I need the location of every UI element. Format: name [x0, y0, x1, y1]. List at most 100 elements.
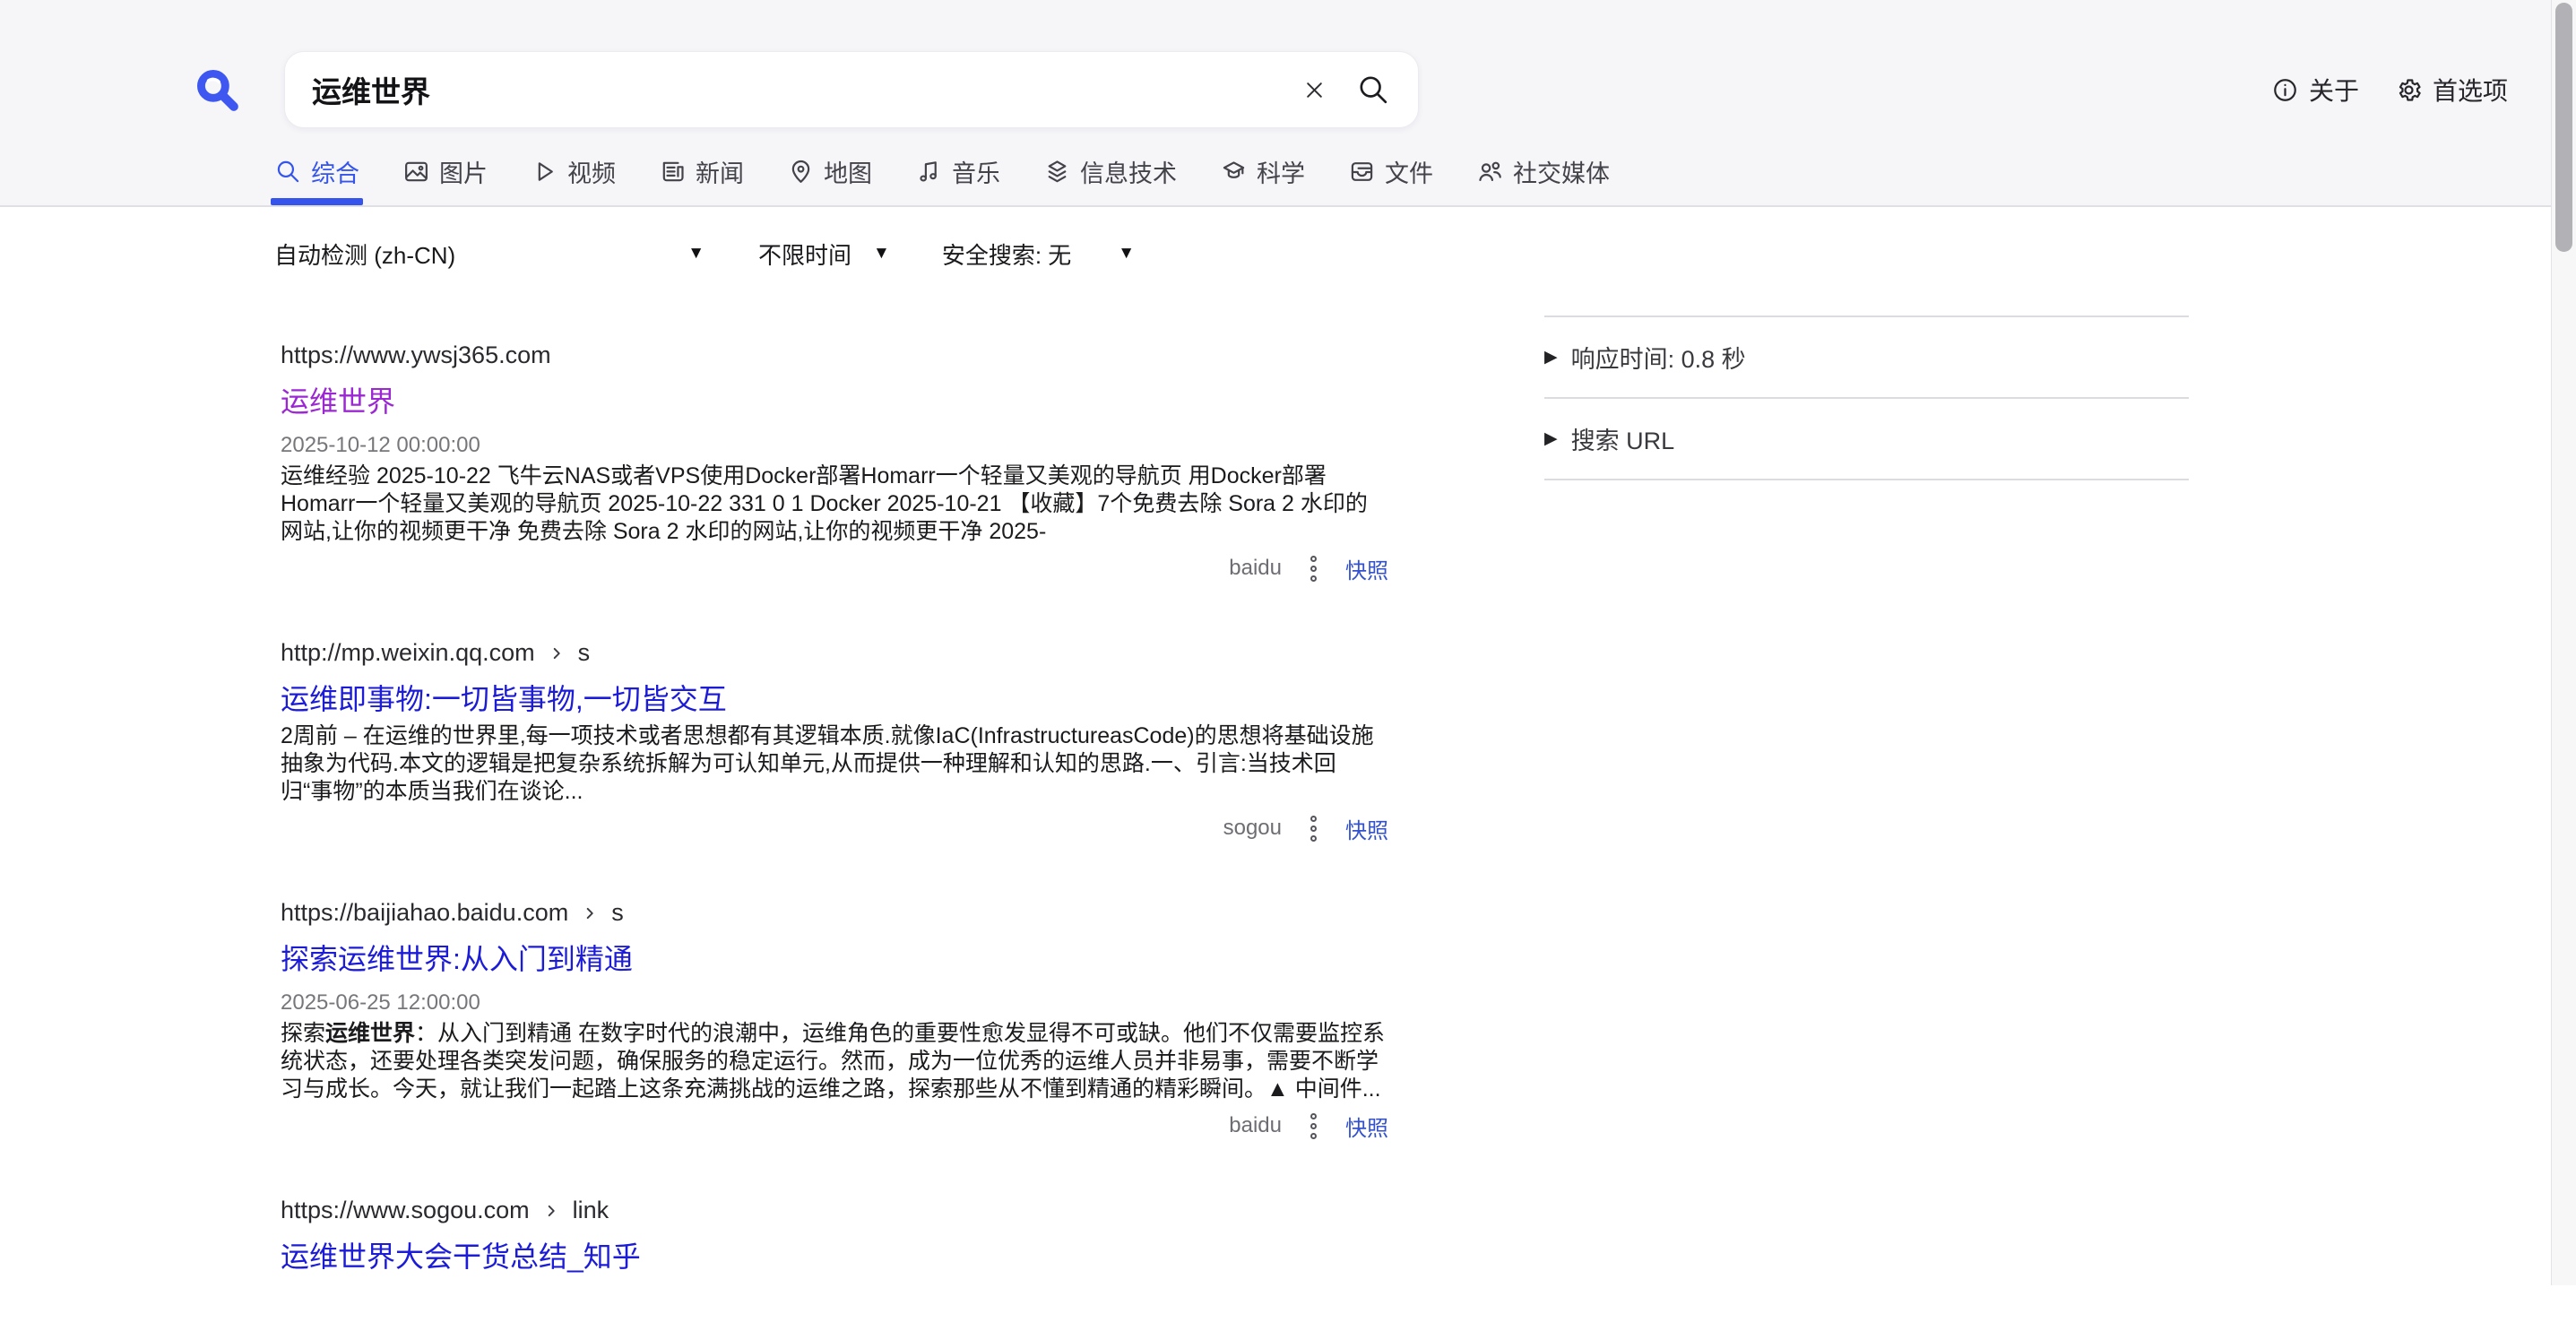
tab-label: 新闻 [696, 154, 744, 189]
category-tabs: 综合 图片 视频 新闻 地图 音乐 信息技术 科学 文件 社交媒体 [274, 137, 1610, 205]
engine-name: baidu [1229, 1113, 1282, 1138]
tab-视频[interactable]: 视频 [531, 137, 616, 205]
tab-音乐[interactable]: 音乐 [915, 137, 1000, 205]
results-list: https://www.ywsj365.com运维世界2025-10-12 00… [281, 341, 1388, 1331]
header: 关于 首选项 综合 图片 视频 新闻 地图 音乐 信息技术 科学 文件 社交媒体 [0, 0, 2576, 207]
tab-信息技术[interactable]: 信息技术 [1043, 137, 1177, 205]
cached-link[interactable]: 快照 [1345, 1111, 1388, 1142]
cached-link[interactable]: 快照 [1345, 813, 1388, 844]
scrollbar-track[interactable] [2551, 0, 2576, 1285]
info-panel-section[interactable]: ▶ 搜索 URL [1544, 397, 2189, 479]
result-url-text: https://www.sogou.com [281, 1196, 530, 1224]
engine-name: sogou [1223, 816, 1282, 841]
tab-label: 图片 [439, 154, 488, 189]
about-label: 关于 [2309, 72, 2359, 108]
info-icon [2271, 76, 2299, 104]
time-range-select[interactable]: 不限时间 ▼ [758, 238, 890, 271]
result-url: https://www.ywsj365.com [281, 341, 1388, 369]
result-url-text: http://mp.weixin.qq.com [281, 638, 535, 667]
tab-综合[interactable]: 综合 [274, 137, 359, 205]
result-date: 2025-06-25 12:00:00 [281, 990, 1388, 1016]
chevron-right-icon [547, 642, 566, 663]
result-url-path: link [573, 1196, 609, 1224]
filters-bar: 自动检测 (zh-CN) ▼ 不限时间 ▼ 安全搜索: 无 ▼ [274, 233, 1135, 274]
cached-link[interactable]: 快照 [1345, 553, 1388, 584]
collapsed-arrow-icon: ▶ [1544, 347, 1558, 367]
tab-地图[interactable]: 地图 [787, 137, 872, 205]
dropdown-arrow-icon: ▼ [687, 244, 705, 264]
tab-新闻[interactable]: 新闻 [659, 137, 744, 205]
result-snippet: 探索运维世界：从入门到精通 在数字时代的浪潮中，运维角色的重要性愈发显得不可或缺… [281, 1020, 1388, 1103]
music-note-icon [915, 158, 943, 186]
result-title-link[interactable]: 运维世界大会干货总结_知乎 [281, 1238, 641, 1275]
preferences-label: 首选项 [2433, 72, 2508, 108]
safesearch-select[interactable]: 安全搜索: 无 ▼ [942, 238, 1135, 271]
app-logo-icon[interactable] [194, 66, 240, 113]
grad-cap-icon [1220, 158, 1248, 186]
result-title-link[interactable]: 运维即事物:一切皆事物,一切皆交互 [281, 680, 727, 718]
clear-search-button[interactable] [1296, 72, 1332, 108]
image-icon [402, 158, 430, 186]
info-section-label: 搜索 URL [1571, 421, 1675, 456]
tab-label: 综合 [311, 154, 359, 189]
tab-文件[interactable]: 文件 [1348, 137, 1433, 205]
result-snippet: 运维经验 2025-10-22 飞牛云NAS或者VPS使用Docker部署Hom… [281, 462, 1388, 546]
dropdown-arrow-icon: ▼ [1118, 244, 1135, 264]
collapsed-arrow-icon: ▶ [1544, 428, 1558, 449]
safesearch-value: 安全搜索: 无 [942, 238, 1071, 271]
result-title-link[interactable]: 运维世界 [281, 383, 395, 420]
tab-label: 视频 [567, 154, 616, 189]
result-footer: baidu 快照 [281, 554, 1388, 583]
play-icon [531, 158, 558, 186]
tab-科学[interactable]: 科学 [1220, 137, 1305, 205]
search-results-page: 关于 首选项 综合 图片 视频 新闻 地图 音乐 信息技术 科学 文件 社交媒体 自动检测 (zh… [0, 0, 2576, 1285]
news-icon [659, 158, 687, 186]
search-result: http://mp.weixin.qq.coms 运维即事物:一切皆事物,一切皆交… [281, 638, 1388, 843]
tab-label: 科学 [1257, 154, 1305, 189]
result-menu-icon[interactable] [1309, 814, 1318, 843]
tab-社交媒体[interactable]: 社交媒体 [1476, 137, 1610, 205]
chevron-right-icon [541, 1199, 561, 1221]
search-bar [284, 51, 1419, 128]
result-url: https://baijiahao.baidu.com s [281, 898, 1388, 927]
result-url: https://www.sogou.com link [281, 1196, 1388, 1224]
result-url-text: https://baijiahao.baidu.com [281, 898, 568, 927]
chevron-right-icon [580, 902, 600, 923]
result-footer: baidu 快照 [281, 1111, 1388, 1140]
result-url: http://mp.weixin.qq.coms [281, 638, 1388, 667]
tab-图片[interactable]: 图片 [402, 137, 488, 205]
preferences-link[interactable]: 首选项 [2395, 72, 2508, 108]
result-url-text: https://www.ywsj365.com [281, 341, 551, 369]
info-panel-section[interactable]: ▶ 响应时间: 0.8 秒 [1544, 315, 2189, 397]
result-title-link[interactable]: 探索运维世界:从入门到精通 [281, 940, 633, 978]
search-icon [1355, 72, 1391, 108]
results-info-panel: ▶ 响应时间: 0.8 秒 ▶ 搜索 URL [1544, 315, 2189, 480]
language-value: 自动检测 (zh-CN) [274, 238, 455, 271]
search-input[interactable] [312, 73, 1296, 107]
people-icon [1476, 158, 1504, 186]
result-snippet: 2周前 – 在运维的世界里,每一项技术或者思想都有其逻辑本质.就像IaC(Inf… [281, 722, 1388, 806]
result-menu-icon[interactable] [1309, 554, 1318, 583]
tab-label: 文件 [1385, 154, 1433, 189]
map-pin-icon [787, 158, 815, 186]
result-url-path: s [611, 898, 624, 927]
info-section-label: 响应时间: 0.8 秒 [1571, 340, 1746, 375]
layers-icon [1043, 158, 1071, 186]
search-result: https://www.ywsj365.com运维世界2025-10-12 00… [281, 341, 1388, 583]
search-icon [274, 158, 302, 186]
search-result: https://baijiahao.baidu.com s 探索运维世界:从入门到精… [281, 898, 1388, 1140]
tab-label: 社交媒体 [1513, 154, 1610, 189]
tab-label: 音乐 [952, 154, 1000, 189]
dropdown-arrow-icon: ▼ [873, 244, 890, 264]
result-footer: sogou 快照 [281, 814, 1388, 843]
language-select[interactable]: 自动检测 (zh-CN) ▼ [274, 238, 705, 271]
tab-label: 信息技术 [1080, 154, 1177, 189]
engine-name: baidu [1229, 556, 1282, 581]
about-link[interactable]: 关于 [2271, 72, 2359, 108]
tab-label: 地图 [824, 154, 872, 189]
search-result: https://www.sogou.com link 运维世界大会干货总结_知乎 [281, 1196, 1388, 1275]
result-menu-icon[interactable] [1309, 1111, 1318, 1141]
gear-icon [2395, 76, 2423, 104]
search-submit-button[interactable] [1353, 70, 1393, 109]
scrollbar-thumb[interactable] [2555, 3, 2572, 252]
